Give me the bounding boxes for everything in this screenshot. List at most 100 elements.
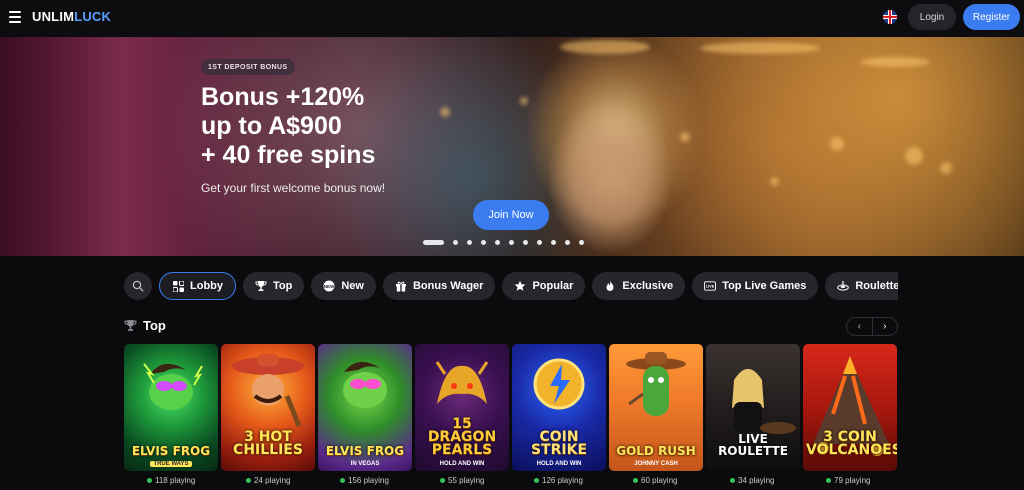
site-logo[interactable]: UNLIMLUCK (32, 9, 111, 24)
online-dot-icon (440, 478, 445, 483)
carousel-arrows: ‹ › (846, 317, 898, 336)
game-tile-15-dragon-pearls[interactable]: 15 DRAGON PEARLS HOLD AND WIN (415, 344, 509, 471)
carousel-dot[interactable] (579, 240, 584, 245)
online-dot-icon (730, 478, 735, 483)
game-tile-live-roulette[interactable]: LIVE ROULETTE (706, 344, 800, 471)
carousel-dot[interactable] (523, 240, 528, 245)
carousel-dots (423, 240, 584, 245)
hero-title: Bonus +120% up to A$900 + 40 free spins (201, 83, 461, 170)
player-count: 55 playing (440, 476, 484, 485)
category-bonus-wager[interactable]: Bonus Wager (382, 272, 496, 300)
new-badge-icon: NEW (323, 280, 335, 292)
game-subtitle: TRUE WAYS (124, 461, 218, 467)
player-count: 156 playing (340, 476, 389, 485)
player-count: 126 playing (534, 476, 583, 485)
online-dot-icon (826, 478, 831, 483)
category-label: Top Live Games (722, 280, 807, 292)
category-exclusive[interactable]: Exclusive (592, 272, 686, 300)
category-label: New (341, 280, 364, 292)
player-count: 79 playing (826, 476, 870, 485)
carousel-dot[interactable] (537, 240, 542, 245)
hero-title-line1: Bonus +120% (201, 83, 365, 111)
category-lobby[interactable]: Lobby (159, 272, 236, 300)
roulette-icon (837, 280, 850, 292)
hero-title-line3: + 40 free spins (201, 141, 376, 169)
game-title: GOLD RUSH (616, 444, 696, 458)
carousel-dot[interactable] (467, 240, 472, 245)
online-dot-icon (633, 478, 638, 483)
category-label: Popular (532, 280, 574, 292)
top-header: UNLIMLUCK Login Register (0, 0, 1024, 36)
player-count: 24 playing (246, 476, 290, 485)
carousel-dot[interactable] (565, 240, 570, 245)
online-dot-icon (147, 478, 152, 483)
player-count: 60 playing (633, 476, 677, 485)
category-label: Exclusive (622, 280, 674, 292)
carousel-dot[interactable] (509, 240, 514, 245)
category-label: Bonus Wager (412, 280, 484, 292)
online-dot-icon (246, 478, 251, 483)
star-icon (514, 280, 526, 292)
game-tile-gold-rush[interactable]: GOLD RUSH JOHNNY CASH (609, 344, 703, 471)
svg-text:LIVE: LIVE (706, 284, 715, 289)
hamburger-menu-icon[interactable] (9, 11, 21, 23)
search-icon (132, 280, 144, 292)
game-title: 3 HOT CHILLIES (233, 429, 303, 458)
svg-text:NEW: NEW (324, 284, 335, 289)
game-subtitle: IN VEGAS (350, 461, 380, 467)
section-title-top: Top (124, 318, 166, 333)
carousel-dot[interactable] (453, 240, 458, 245)
category-roulette[interactable]: Roulette (825, 272, 898, 300)
prev-arrow-button[interactable]: ‹ (847, 318, 872, 335)
category-bar: Lobby Top NEW New Bonus Wager Popular Ex… (124, 272, 898, 300)
game-title: 15 DRAGON PEARLS (427, 416, 497, 458)
game-title: COIN STRIKE (530, 429, 588, 458)
uk-flag-icon[interactable] (883, 10, 897, 24)
game-title: ELVIS FROG (131, 444, 211, 458)
logo-text-unlim: UNLIM (32, 9, 75, 24)
category-label: Top (273, 280, 293, 292)
hero-title-line2: up to A$900 (201, 112, 342, 140)
category-label: Lobby (190, 280, 223, 292)
carousel-dot[interactable] (481, 240, 486, 245)
gift-icon (395, 280, 407, 292)
deposit-bonus-badge: 1ST DEPOSIT BONUS (201, 59, 295, 75)
game-subtitle: HOLD AND WIN (536, 461, 582, 467)
category-popular[interactable]: Popular (502, 272, 586, 300)
logo-text-luck: LUCK (74, 9, 112, 24)
category-top[interactable]: Top (243, 272, 305, 300)
category-label: Roulette (855, 280, 898, 292)
game-title: ELVIS FROG (325, 444, 405, 458)
games-row: ELVIS FROG TRUE WAYS 3 HOT CHILLIES ELVI… (124, 344, 897, 471)
game-tile-elvis-frog-in-vegas[interactable]: ELVIS FROG IN VEGAS (318, 344, 412, 471)
game-tile-3-hot-chillies[interactable]: 3 HOT CHILLIES (221, 344, 315, 471)
player-count: 118 playing (147, 476, 195, 485)
carousel-dot[interactable] (551, 240, 556, 245)
trophy-icon (124, 320, 137, 331)
game-tile-coin-strike[interactable]: COIN STRIKE HOLD AND WIN (512, 344, 606, 471)
game-subtitle: HOLD AND WIN (439, 461, 485, 467)
player-count: 34 playing (730, 476, 774, 485)
live-icon: LIVE (704, 280, 717, 292)
trophy-icon (255, 280, 267, 292)
hero-banner[interactable]: 1ST DEPOSIT BONUS Bonus +120% up to A$90… (0, 37, 1024, 256)
section-title-text: Top (143, 318, 166, 333)
game-tile-3-coin-volcanoes[interactable]: 3 COIN VOLCANOES (803, 344, 897, 471)
next-arrow-button[interactable]: › (871, 318, 898, 335)
game-tile-elvis-frog-true-ways[interactable]: ELVIS FROG TRUE WAYS (124, 344, 218, 471)
game-title: 3 COIN VOLCANOES (806, 429, 897, 458)
game-subtitle: JOHNNY CASH (634, 461, 678, 467)
join-now-button[interactable]: Join Now (473, 200, 549, 230)
carousel-dot[interactable] (495, 240, 500, 245)
online-dot-icon (340, 478, 345, 483)
lobby-icon (172, 280, 184, 292)
online-dot-icon (534, 478, 539, 483)
register-button[interactable]: Register (963, 4, 1020, 30)
flame-icon (604, 280, 616, 292)
game-title: LIVE ROULETTE (718, 432, 788, 458)
search-button[interactable] (124, 272, 152, 300)
category-top-live-games[interactable]: LIVE Top Live Games (692, 272, 819, 300)
category-new[interactable]: NEW New (311, 272, 376, 300)
carousel-dot[interactable] (423, 240, 444, 245)
login-button[interactable]: Login (908, 4, 956, 30)
